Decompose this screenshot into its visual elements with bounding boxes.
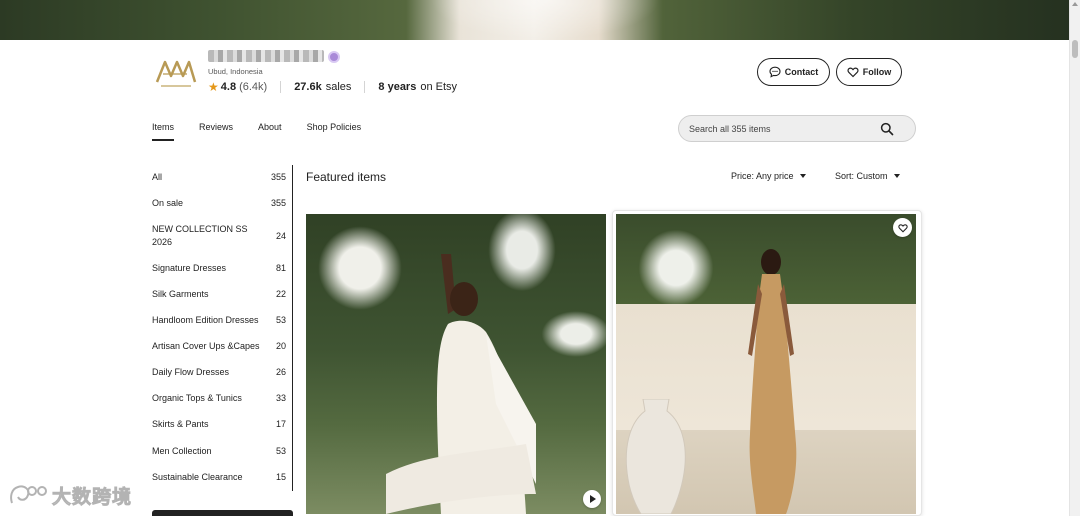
rating-value[interactable]: 4.8 — [221, 81, 236, 93]
category-count: 22 — [275, 289, 286, 300]
category-count: 20 — [275, 341, 286, 352]
caret-down-icon — [799, 174, 806, 178]
category-item-men-collection[interactable]: Men Collection 53 — [152, 445, 286, 458]
category-item-artisan-cover-ups[interactable]: Artisan Cover Ups &Capes 20 — [152, 340, 286, 353]
listing-photo-model — [748, 249, 797, 514]
review-count[interactable]: (6.4k) — [239, 81, 267, 93]
category-item-signature-dresses[interactable]: Signature Dresses 81 — [152, 262, 286, 275]
scroll-thumb[interactable] — [1072, 40, 1078, 58]
follow-label: Follow — [862, 67, 892, 77]
scroll-up-arrow[interactable] — [1072, 2, 1078, 6]
category-count: 53 — [275, 315, 286, 326]
category-label: NEW COLLECTION SS 2026 — [152, 224, 248, 247]
shop-tabs: Items Reviews About Shop Policies — [152, 122, 386, 141]
shop-logo[interactable] — [153, 52, 199, 92]
sidebar-bottom-button[interactable] — [152, 510, 293, 516]
category-item-silk-garments[interactable]: Silk Garments 22 — [152, 288, 286, 301]
search-icon[interactable] — [880, 122, 894, 136]
shop-search[interactable] — [678, 115, 916, 142]
watermark-logo-icon — [10, 485, 47, 504]
follow-button[interactable]: Follow — [836, 58, 902, 86]
listing-photo-model — [386, 254, 536, 514]
shop-stats: ★ 4.8 (6.4k) 27.6k sales 8 years on Etsy — [208, 79, 458, 94]
sales-count: 27.6k — [294, 80, 322, 93]
watermark: 大数跨境 — [8, 482, 132, 508]
category-label: On sale — [152, 198, 184, 208]
shop-banner — [0, 0, 1069, 40]
heart-icon — [897, 223, 908, 233]
stats-divider — [280, 80, 282, 93]
category-label: Signature Dresses — [152, 263, 227, 273]
page-scrollbar[interactable] — [1069, 0, 1080, 516]
category-item-all[interactable]: All 355 — [152, 171, 286, 184]
listing-photo-vase — [625, 399, 686, 514]
sales-label: sales — [325, 80, 352, 93]
category-item-on-sale[interactable]: On sale 355 — [152, 197, 286, 210]
featured-items-heading: Featured items — [306, 170, 387, 184]
listing-card-image[interactable] — [306, 214, 606, 514]
category-count: 15 — [275, 472, 286, 483]
tab-reviews[interactable]: Reviews — [199, 122, 233, 141]
contact-button[interactable]: Contact — [757, 58, 830, 86]
heart-icon — [847, 67, 859, 78]
watermark-text: 大数跨境 — [52, 485, 133, 508]
tab-shop-policies[interactable]: Shop Policies — [307, 122, 362, 141]
category-item-organic-tops[interactable]: Organic Tops & Tunics 33 — [152, 392, 286, 405]
years-suffix: on Etsy — [420, 80, 458, 93]
sort-label: Sort: Custom — [835, 171, 888, 181]
category-count: 355 — [270, 198, 286, 209]
category-label: Skirts & Pants — [152, 419, 209, 429]
search-input[interactable] — [689, 122, 869, 136]
category-count: 355 — [270, 172, 286, 183]
star-icon: ★ — [208, 79, 219, 94]
category-label: Silk Garments — [152, 289, 209, 299]
star-seller-badge-icon — [328, 51, 340, 63]
category-label: Artisan Cover Ups &Capes — [152, 341, 260, 351]
shop-name-redacted[interactable] — [208, 50, 324, 62]
category-label: Organic Tops & Tunics — [152, 393, 242, 403]
category-item-new-collection[interactable]: NEW COLLECTION SS 2026 24 — [152, 223, 286, 248]
category-label: Daily Flow Dresses — [152, 367, 230, 377]
category-label: All — [152, 172, 163, 182]
active-category-indicator — [292, 165, 293, 491]
category-item-daily-flow[interactable]: Daily Flow Dresses 26 — [152, 366, 286, 379]
category-label: Sustainable Clearance — [152, 472, 243, 482]
category-count: 24 — [275, 230, 286, 241]
play-icon — [590, 495, 596, 503]
contact-label: Contact — [784, 67, 819, 77]
category-count: 53 — [275, 446, 286, 457]
years-on-etsy: 8 years — [378, 80, 417, 93]
stats-divider — [364, 80, 366, 93]
price-filter-label: Price: Any price — [731, 171, 794, 181]
shop-location: Ubud, Indonesia — [208, 67, 263, 76]
price-filter-dropdown[interactable]: Price: Any price — [731, 171, 806, 181]
sort-dropdown[interactable]: Sort: Custom — [835, 171, 900, 181]
listing-card-image[interactable] — [616, 214, 916, 514]
category-count: 81 — [275, 263, 286, 274]
category-item-skirts-pants[interactable]: Skirts & Pants 17 — [152, 418, 286, 431]
category-item-handloom-edition[interactable]: Handloom Edition Dresses 53 — [152, 314, 286, 327]
category-label: Men Collection — [152, 446, 212, 456]
banner-highlight — [430, 0, 660, 40]
play-video-button[interactable] — [583, 490, 601, 508]
favorite-button[interactable] — [893, 218, 912, 237]
category-label: Handloom Edition Dresses — [152, 315, 259, 325]
category-count: 33 — [275, 393, 286, 404]
category-item-sustainable-clearance[interactable]: Sustainable Clearance 15 — [152, 471, 286, 484]
contact-icon — [769, 66, 781, 78]
category-count: 26 — [275, 367, 286, 378]
tab-items[interactable]: Items — [152, 122, 175, 141]
tab-about[interactable]: About — [258, 122, 282, 141]
category-count: 17 — [275, 419, 286, 430]
caret-down-icon — [893, 174, 900, 178]
